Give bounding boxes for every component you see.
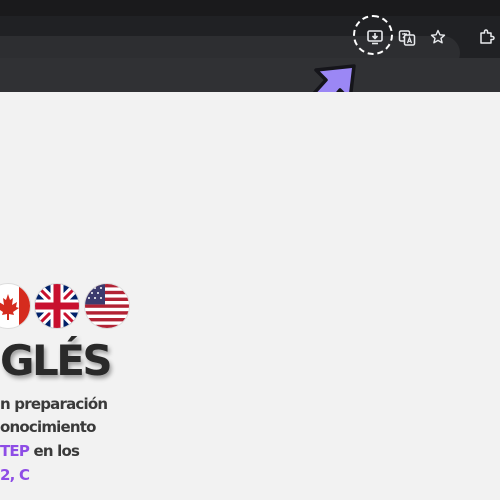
body-line-3: TEP en los [0,442,80,460]
browser-toolbar [0,16,500,70]
translate-icon[interactable] [396,27,418,49]
body-line-1: n preparación [0,395,108,413]
level-list: 2, C [0,466,30,484]
exam-name: TEP [0,442,30,460]
usa-flag-icon [84,283,130,329]
highlight-ring [353,15,393,55]
extensions-icon[interactable] [476,26,498,48]
star-icon[interactable] [427,26,449,48]
bookmarks-bar [0,58,500,92]
body-line-2: onocimiento [0,418,96,436]
uk-flag-icon [34,283,80,329]
page-heading: GLÉS [0,336,113,385]
body-line-3-rest: en los [29,442,80,460]
window-top-strip [0,0,500,16]
